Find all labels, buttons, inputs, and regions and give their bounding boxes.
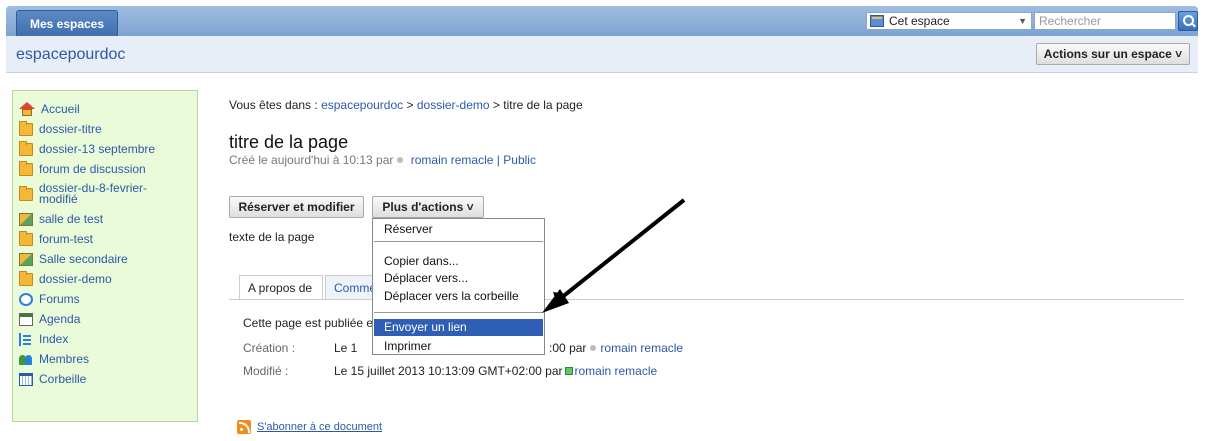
rss-subscribe-link[interactable]: S'abonner à ce document [257, 421, 382, 433]
rss-subscribe[interactable]: S'abonner à ce document [237, 420, 382, 434]
rss-icon [237, 420, 251, 434]
annotation-arrow-icon [542, 198, 686, 313]
